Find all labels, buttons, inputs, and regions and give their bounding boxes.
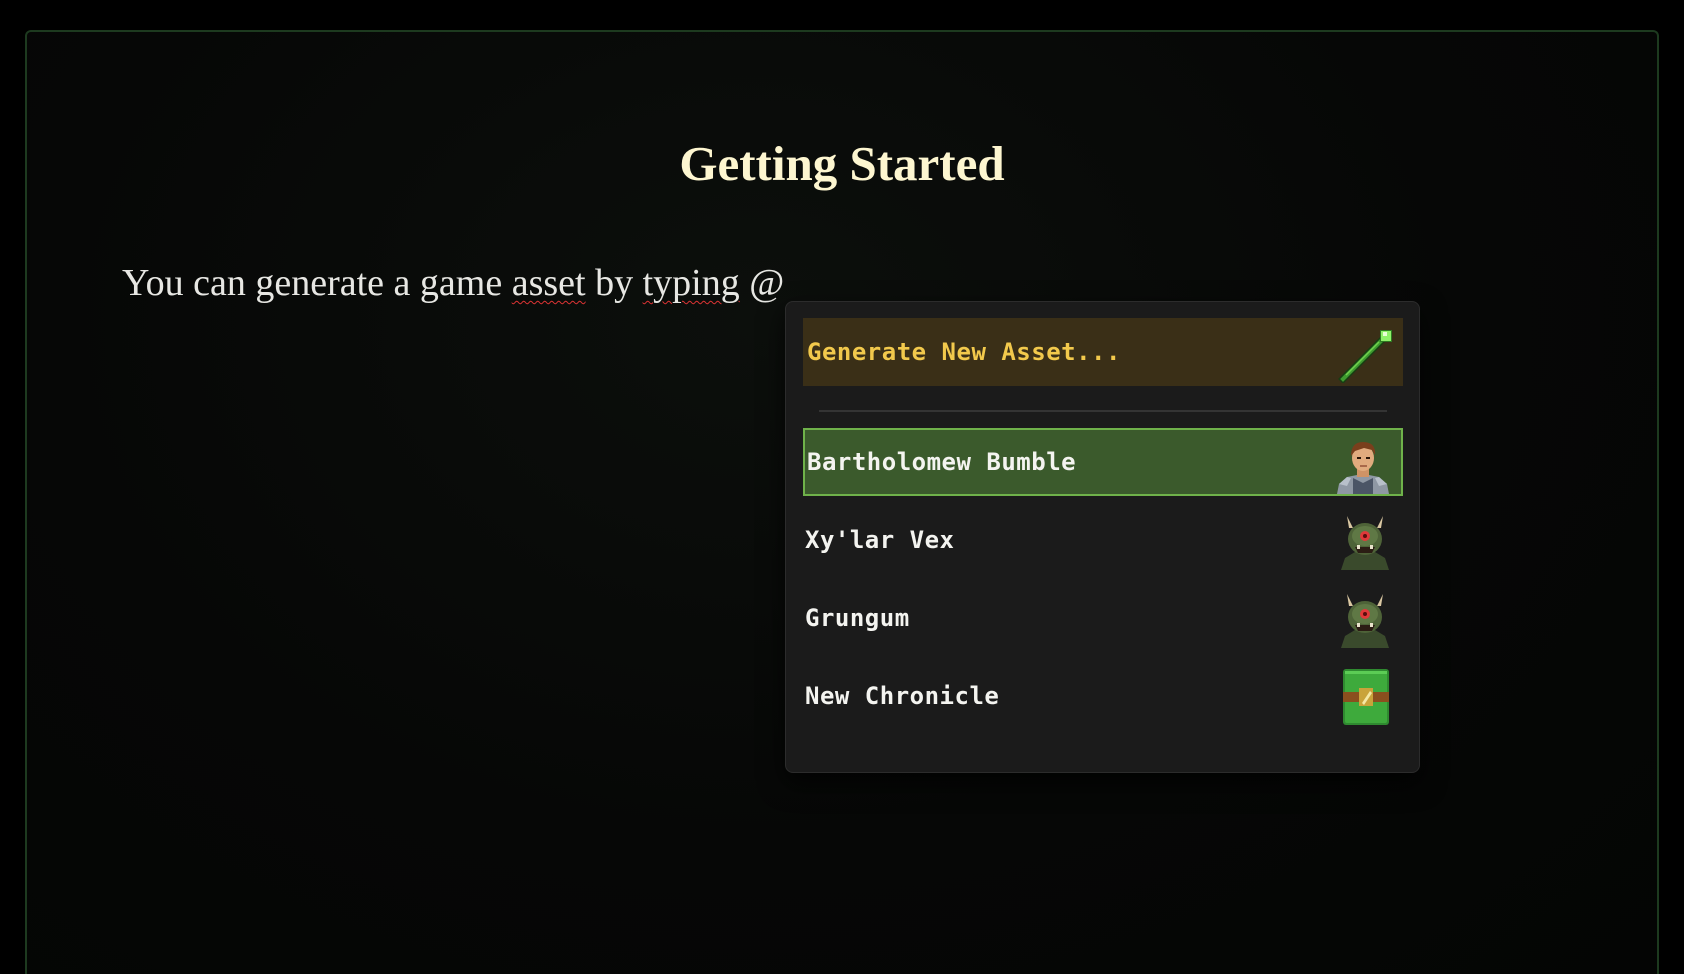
human-character-icon [1333, 434, 1393, 494]
asset-item-label: New Chronicle [805, 682, 1000, 710]
misspelled-word: typing [642, 262, 740, 304]
page-title: Getting Started [679, 136, 1005, 191]
paragraph-text: You can generate a game [122, 262, 512, 304]
asset-item-label: Xy'lar Vex [805, 526, 955, 554]
orc-character-icon [1335, 588, 1395, 648]
paragraph-text: by [585, 262, 643, 304]
asset-item-grungum[interactable]: Grungum [803, 584, 1403, 652]
generate-label: Generate New Asset... [807, 338, 1121, 366]
menu-divider [819, 410, 1387, 412]
asset-item-new-chronicle[interactable]: New Chronicle [803, 662, 1403, 730]
mention-menu: Generate New Asset... Bartholomew Bumble [785, 301, 1420, 773]
misspelled-word: asset [511, 262, 586, 304]
asset-item-xylar-vex[interactable]: Xy'lar Vex [803, 506, 1403, 574]
generate-new-asset-button[interactable]: Generate New Asset... [803, 318, 1403, 386]
editor-paragraph[interactable]: You can generate a game asset by typing … [122, 259, 784, 307]
asset-item-label: Grungum [805, 604, 910, 632]
magic-wand-icon [1337, 323, 1397, 384]
chronicle-book-icon [1335, 666, 1395, 726]
mention-trigger: @ [739, 262, 785, 304]
orc-character-icon [1335, 510, 1395, 570]
asset-item-label: Bartholomew Bumble [807, 448, 1077, 476]
asset-item-bartholomew-bumble[interactable]: Bartholomew Bumble [803, 428, 1403, 496]
